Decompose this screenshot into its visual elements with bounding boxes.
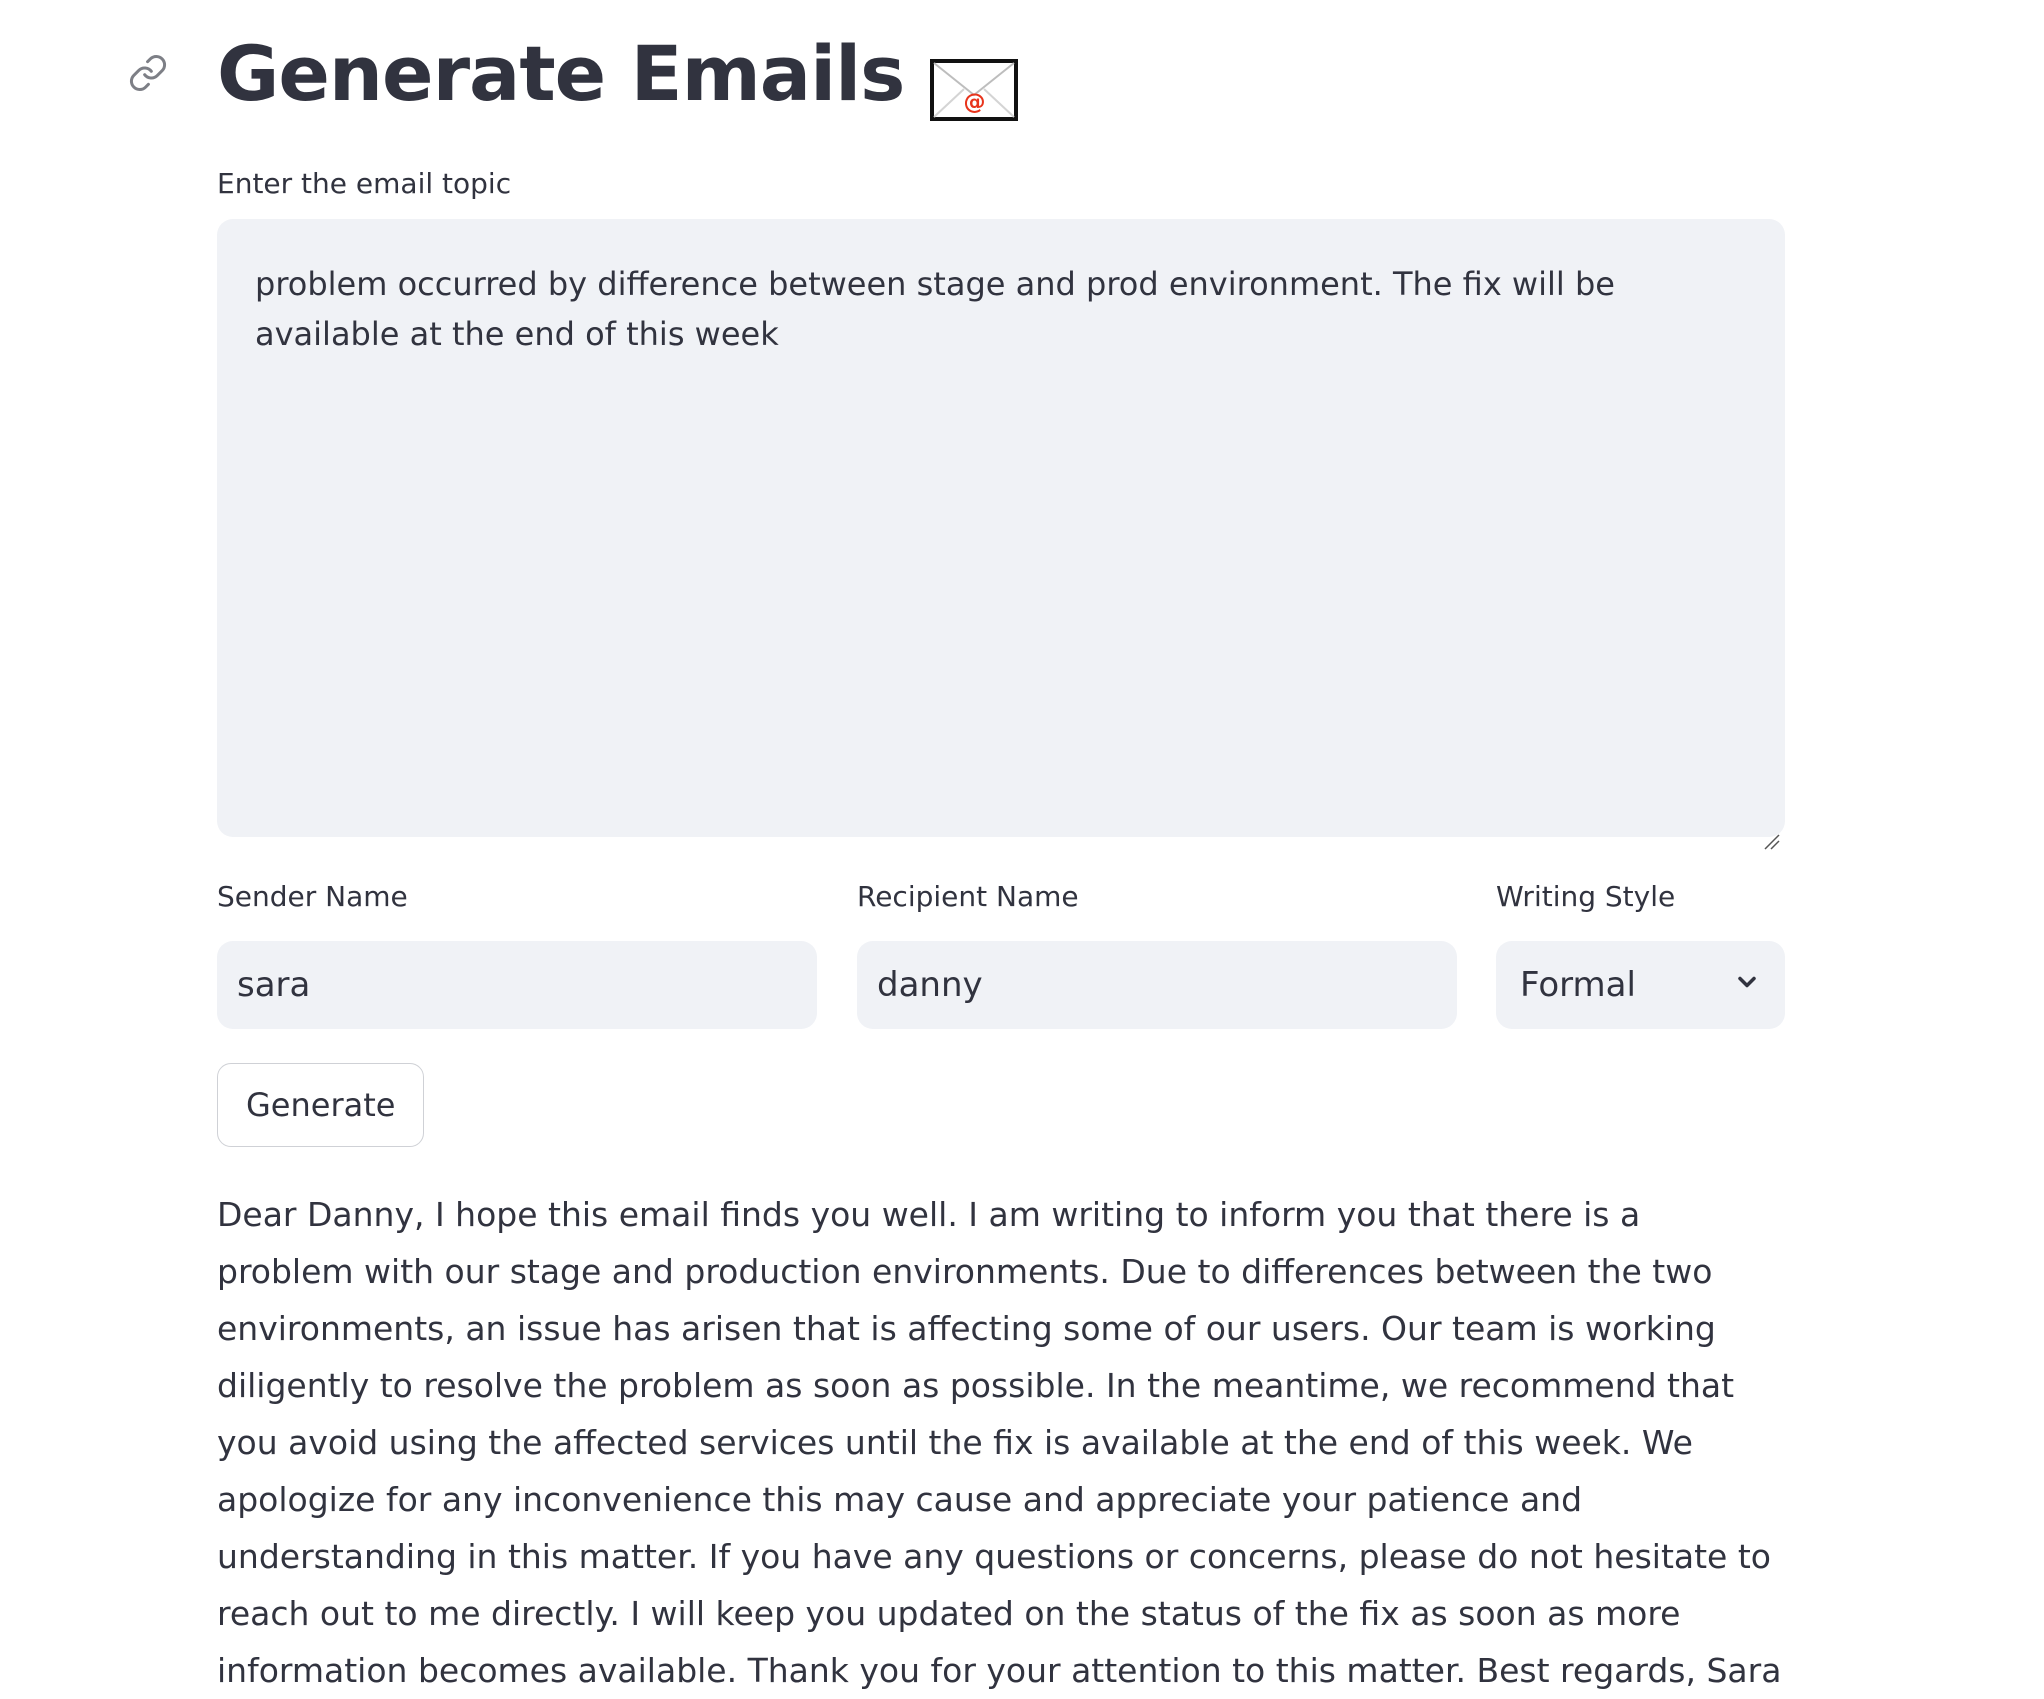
email-emoji-icon: @ <box>930 43 1019 121</box>
page-header: Generate Emails @ <box>129 0 1785 150</box>
email-topic-textarea[interactable]: problem occurred by difference between s… <box>217 219 1785 850</box>
topic-label: Enter the email topic <box>217 167 512 200</box>
generate-button[interactable]: Generate <box>217 1063 425 1147</box>
recipient-name-input[interactable]: danny <box>857 941 1457 1029</box>
sender-column: Sender Name sara <box>217 879 817 1029</box>
page-title: Generate Emails @ <box>217 22 1019 126</box>
style-column: Writing Style Formal <box>1496 879 1785 1029</box>
main-content: Generate Emails @ Enter the email topic … <box>129 0 1785 1690</box>
recipient-name-value: danny <box>877 965 983 1005</box>
writing-style-label: Writing Style <box>1496 880 1676 913</box>
recipient-label: Recipient Name <box>857 880 1079 913</box>
link-icon[interactable] <box>127 52 169 94</box>
generated-email-text: Dear Danny, I hope this email finds you … <box>217 1195 1782 1690</box>
sender-name-input[interactable]: sara <box>217 941 817 1029</box>
writing-style-value: Formal <box>1520 965 1636 1005</box>
svg-text:@: @ <box>964 90 985 115</box>
page-title-text: Generate Emails <box>217 29 905 118</box>
writing-style-select[interactable]: Formal <box>1496 941 1785 1029</box>
sender-name-value: sara <box>237 965 311 1005</box>
recipient-column: Recipient Name danny <box>857 879 1457 1029</box>
email-topic-value: problem occurred by difference between s… <box>255 265 1615 353</box>
chevron-down-icon <box>1733 965 1761 1005</box>
sender-label: Sender Name <box>217 880 408 913</box>
fields-row: Sender Name sara Recipient Name danny Wr… <box>217 879 1785 1029</box>
resize-handle-icon[interactable] <box>1763 815 1781 850</box>
